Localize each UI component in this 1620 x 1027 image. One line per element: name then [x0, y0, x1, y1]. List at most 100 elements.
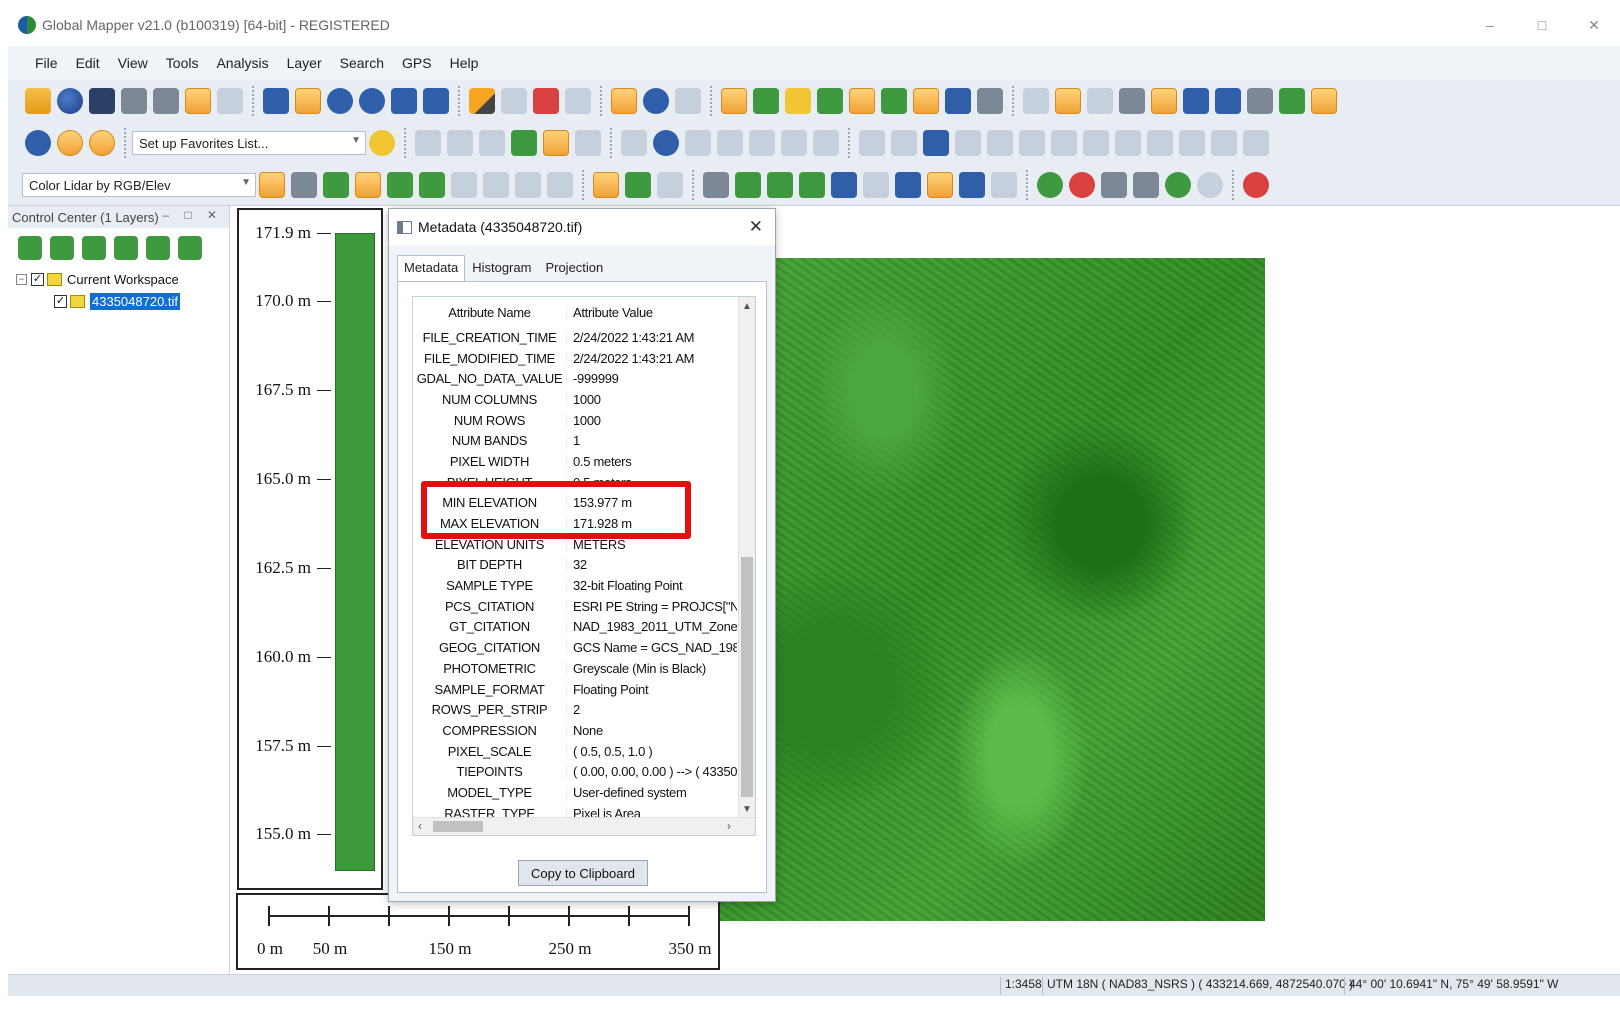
3d-view-icon[interactable]	[217, 88, 243, 114]
tree-row-workspace[interactable]: − ✓ Current Workspace	[16, 268, 229, 290]
lidar-building-icon[interactable]	[323, 172, 349, 198]
tree-row-layer[interactable]: ✓ 4335048720.tif	[16, 290, 229, 312]
projection-globe-icon[interactable]	[25, 130, 51, 156]
ruler-icon[interactable]	[1243, 130, 1269, 156]
table-row[interactable]: FILE_MODIFIED_TIME 2/24/2022 1:43:21 AM	[413, 348, 755, 369]
rotate-icon[interactable]	[891, 130, 917, 156]
digitize-line-icon[interactable]	[415, 130, 441, 156]
pan-hand-icon[interactable]	[295, 88, 321, 114]
table-row[interactable]: GEOG_CITATION GCS Name = GCS_NAD_1983	[413, 637, 755, 658]
watershed-icon[interactable]	[785, 88, 811, 114]
table-row[interactable]: NUM ROWS 1000	[413, 410, 755, 431]
open-folder-icon[interactable]	[25, 88, 51, 114]
snap-icon[interactable]	[1019, 130, 1045, 156]
menu-view[interactable]: View	[109, 55, 157, 71]
table-row[interactable]: SAMPLE TYPE 32-bit Floating Point	[413, 575, 755, 596]
maximize-button[interactable]: □	[1516, 8, 1568, 42]
elevation-icon[interactable]	[1279, 88, 1305, 114]
metadata-table[interactable]: Attribute Name Attribute Value FILE_CREA…	[412, 296, 756, 836]
elevation-highlight-icon[interactable]	[1311, 88, 1337, 114]
lidar-pole-icon[interactable]	[355, 172, 381, 198]
lidar-ground-icon[interactable]	[291, 172, 317, 198]
record-icon[interactable]	[1133, 172, 1159, 198]
zoom-out-icon[interactable]	[359, 88, 385, 114]
stop-icon[interactable]	[1069, 172, 1095, 198]
table-row[interactable]: ROWS_PER_STRIP 2	[413, 699, 755, 720]
powerline-icon[interactable]	[863, 172, 889, 198]
combine-terrain-icon[interactable]	[977, 88, 1003, 114]
digitize-point-icon[interactable]	[543, 130, 569, 156]
copy-icon[interactable]	[1179, 130, 1205, 156]
search-layer-icon[interactable]	[146, 236, 170, 260]
feature-info-icon[interactable]	[643, 88, 669, 114]
path-profile-icon[interactable]	[849, 88, 875, 114]
search-document-icon[interactable]	[675, 88, 701, 114]
measure-ruler-icon[interactable]	[611, 88, 637, 114]
scroll-down-icon[interactable]: ▼	[742, 804, 752, 815]
menu-file[interactable]: File	[26, 55, 67, 71]
digitize-spline-icon[interactable]	[479, 130, 505, 156]
map-layout-icon[interactable]	[1023, 88, 1049, 114]
lidar-profile-icon[interactable]	[1183, 88, 1209, 114]
noise-filter-icon[interactable]	[657, 172, 683, 198]
pen-tool-icon[interactable]	[717, 130, 743, 156]
pin-icon[interactable]	[1055, 88, 1081, 114]
download-online-data-icon[interactable]	[57, 88, 83, 114]
menu-search[interactable]: Search	[331, 55, 393, 71]
lidar-classify-icon[interactable]	[259, 172, 285, 198]
close-layer-icon[interactable]	[82, 236, 106, 260]
zoom-in-icon[interactable]	[327, 88, 353, 114]
menu-analysis[interactable]: Analysis	[207, 55, 277, 71]
view-shed-icon[interactable]	[817, 88, 843, 114]
chevron-down-icon[interactable]: ▼	[351, 135, 361, 146]
table-row[interactable]: NUM COLUMNS 1000	[413, 389, 755, 410]
table-row[interactable]: NUM BANDS 1	[413, 430, 755, 451]
zoom-tool-icon[interactable]	[263, 88, 289, 114]
terrain-analysis-icon[interactable]	[721, 88, 747, 114]
fly-icon[interactable]	[1101, 172, 1127, 198]
close-window-button[interactable]: ✕	[1568, 8, 1620, 42]
layer-properties-icon[interactable]	[114, 236, 138, 260]
edit-tool-icon[interactable]	[813, 130, 839, 156]
edit-points-icon[interactable]	[625, 172, 651, 198]
column-header-name[interactable]: Attribute Name	[413, 304, 567, 320]
menu-tools[interactable]: Tools	[157, 55, 208, 71]
scrollbar-thumb[interactable]	[433, 821, 483, 832]
building-icon[interactable]	[831, 172, 857, 198]
table-row[interactable]: PCS_CITATION ESRI PE String = PROJCS["N/	[413, 596, 755, 617]
table-row[interactable]: PIXEL WIDTH 0.5 meters	[413, 451, 755, 472]
crop-icon[interactable]	[1211, 130, 1237, 156]
transparency-icon[interactable]	[1151, 88, 1177, 114]
vertical-scrollbar[interactable]: ▲ ▼	[738, 297, 755, 819]
measure-angle-icon[interactable]	[621, 130, 647, 156]
intersect-icon[interactable]	[1147, 130, 1173, 156]
menu-edit[interactable]: Edit	[67, 55, 109, 71]
circle-tool-icon[interactable]	[653, 130, 679, 156]
filter-funnel-icon[interactable]	[593, 172, 619, 198]
layer-checkbox[interactable]: ✓	[54, 294, 67, 308]
water-icon[interactable]	[895, 172, 921, 198]
panel-controls[interactable]: – □ ✕	[162, 208, 223, 222]
configuration-icon[interactable]	[153, 88, 179, 114]
shader-combo[interactable]: Color Lidar by RGB/Elev ▼	[22, 173, 256, 197]
lidar-vegetation-icon[interactable]	[419, 172, 445, 198]
tab-projection[interactable]: Projection	[538, 255, 610, 281]
tab-histogram[interactable]: Histogram	[465, 255, 538, 281]
lidar-filter-icon[interactable]	[1215, 88, 1241, 114]
tree-icon[interactable]	[799, 172, 825, 198]
table-row[interactable]: GDAL_NO_DATA_VALUE -999999	[413, 368, 755, 389]
copy-to-clipboard-button[interactable]: Copy to Clipboard	[518, 860, 648, 886]
control-center-icon[interactable]	[121, 88, 147, 114]
dialog-close-button[interactable]: ✕	[749, 217, 763, 237]
table-row[interactable]: PIXEL_SCALE ( 0.5, 0.5, 1.0 )	[413, 741, 755, 762]
collapse-icon[interactable]: −	[16, 273, 27, 285]
mountain-icon[interactable]	[703, 172, 729, 198]
edit-feature-icon[interactable]	[565, 88, 591, 114]
column-header-value[interactable]: Attribute Value	[567, 305, 737, 320]
search-points-icon[interactable]	[515, 172, 541, 198]
menu-gps[interactable]: GPS	[393, 55, 441, 71]
triangle-icon[interactable]	[451, 172, 477, 198]
reshape-icon[interactable]	[923, 130, 949, 156]
eraser-icon[interactable]	[749, 130, 775, 156]
zoom-to-layer-icon[interactable]	[18, 236, 42, 260]
